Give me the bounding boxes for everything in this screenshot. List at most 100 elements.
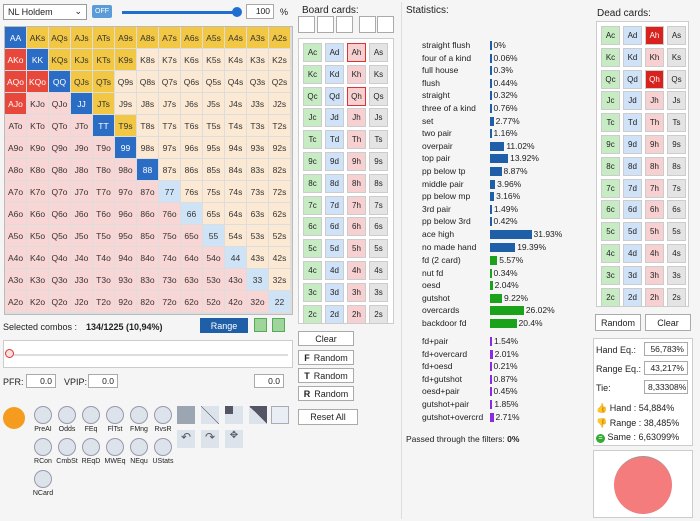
dead-card-6s[interactable]: 6s [667,200,686,220]
range-cell[interactable]: T4s [225,115,246,136]
range-cell[interactable]: J7o [71,181,92,202]
dead-card-Ad[interactable]: Ad [623,26,642,45]
range-cell[interactable]: A3s [247,27,268,48]
dead-card-grid[interactable]: Ac Ad Ah As Kc Kd Kh Ks Qc Qd Qh Qs Jc Jd Jh Js Tc Td Th Ts… [596,21,689,307]
range-cell[interactable]: T2s [269,115,290,136]
range-cell[interactable]: Q3s [247,71,268,92]
range-cell[interactable]: 52s [269,225,290,246]
range-cell[interactable]: K5o [27,225,48,246]
dead-card-2h[interactable]: 2h [645,287,664,307]
range-cell[interactable]: AJo [5,93,26,114]
dead-card-5h[interactable]: 5h [645,222,664,242]
range-cell[interactable]: 76o [159,203,180,224]
undo-icon[interactable]: ↶ [177,430,195,448]
dead-card-4s[interactable]: 4s [667,244,686,263]
percent-input[interactable]: 100 [246,4,274,19]
board-card-Ts[interactable]: Ts [369,130,388,150]
board-slot[interactable] [298,16,315,33]
range-cell[interactable]: 85s [203,159,224,180]
board-card-Ah[interactable]: Ah [347,43,366,62]
range-cell[interactable]: AQo [5,71,26,92]
range-cell[interactable]: K2s [269,49,290,70]
range-cell[interactable]: 96o [115,203,136,224]
board-card-6c[interactable]: 6c [303,217,322,237]
range-cell[interactable]: 73o [159,269,180,290]
range-cell[interactable]: 62s [269,203,290,224]
range-cell[interactable]: 87o [137,181,158,202]
board-card-2c[interactable]: 2c [303,304,322,324]
range-cell[interactable]: J8s [137,93,158,114]
dead-card-8h[interactable]: 8h [645,156,664,176]
board-card-Jh[interactable]: Jh [347,108,366,128]
range-cell[interactable]: K7o [27,181,48,202]
board-card-3d[interactable]: 3d [325,282,344,302]
range-cell[interactable]: 97s [159,137,180,158]
range-cell[interactable]: A5s [203,27,224,48]
range-cell[interactable]: T6o [93,203,114,224]
range-cell[interactable]: T9s [115,115,136,136]
dead-card-4d[interactable]: 4d [623,244,642,263]
board-card-Ks[interactable]: Ks [369,64,388,84]
dead-card-7s[interactable]: 7s [667,178,686,198]
board-card-6h[interactable]: 6h [347,217,366,237]
board-card-4s[interactable]: 4s [369,261,388,280]
board-card-6s[interactable]: 6s [369,217,388,237]
range-cell[interactable]: AKo [5,49,26,70]
range-cell[interactable]: KK [27,49,48,70]
board-card-Tc[interactable]: Tc [303,130,322,150]
range-cell[interactable]: 98o [115,159,136,180]
range-cell[interactable]: 98s [137,137,158,158]
reqd-tool-icon[interactable] [82,438,100,456]
board-card-9h[interactable]: 9h [347,152,366,171]
range-cell[interactable]: 63o [181,269,202,290]
range-cell[interactable]: Q5o [49,225,70,246]
range-cell[interactable]: K5s [203,49,224,70]
board-card-Qc[interactable]: Qc [303,86,322,106]
range-cell[interactable]: T6s [181,115,202,136]
range-cell[interactable]: 94s [225,137,246,158]
range-cell[interactable]: QJo [49,93,70,114]
import-icon[interactable] [272,318,285,332]
range-cell[interactable]: T3o [93,269,114,290]
board-card-Ac[interactable]: Ac [303,43,322,62]
board-card-2h[interactable]: 2h [347,304,366,324]
dead-card-Qs[interactable]: Qs [667,69,686,89]
range-cell[interactable]: 72s [269,181,290,202]
board-clear-button[interactable]: Clear [298,331,354,346]
odds-tool-icon[interactable] [58,406,76,424]
range-cell[interactable]: QTs [93,71,114,92]
range-cell[interactable]: K4o [27,247,48,268]
board-card-7d[interactable]: 7d [325,195,344,215]
dead-card-Ts[interactable]: Ts [667,113,686,133]
range-cell[interactable]: Q5s [203,71,224,92]
range-cell[interactable]: 76s [181,181,202,202]
dead-card-9c[interactable]: 9c [601,135,620,154]
range-cell[interactable]: 93s [247,137,268,158]
dead-card-Jd[interactable]: Jd [623,91,642,111]
fltst-tool-icon[interactable] [106,406,124,424]
range-cell[interactable]: 42s [269,247,290,268]
board-card-2d[interactable]: 2d [325,304,344,324]
off-toggle[interactable]: OFF [92,5,112,18]
random-flop-button[interactable]: F Random [298,350,354,365]
range-cell[interactable]: JJ [71,93,92,114]
board-slot[interactable] [359,16,376,33]
range-cell[interactable]: A2s [269,27,290,48]
range-cell[interactable]: J4s [225,93,246,114]
range-cell[interactable]: 43s [247,247,268,268]
range-grid[interactable]: AA AKs AQs AJs ATs A9s A8s A7s A6s A5s A4s A3s A2s AK… [4,26,293,315]
board-card-As[interactable]: As [369,43,388,62]
move-icon[interactable]: ✥ [225,430,243,448]
range-cell[interactable]: JTs [93,93,114,114]
dead-clear-button[interactable]: Clear [645,314,691,331]
range-cell[interactable]: 63s [247,203,268,224]
range-cell[interactable]: 86o [137,203,158,224]
board-card-9s[interactable]: 9s [369,152,388,171]
board-slot[interactable] [336,16,353,33]
range-cell[interactable]: A7s [159,27,180,48]
nequ-tool-icon[interactable] [130,438,148,456]
range-cell[interactable]: 32o [247,291,268,312]
range-cell[interactable]: K9o [27,137,48,158]
range-cell[interactable]: 85o [137,225,158,246]
range-cell[interactable]: 66 [181,203,202,224]
